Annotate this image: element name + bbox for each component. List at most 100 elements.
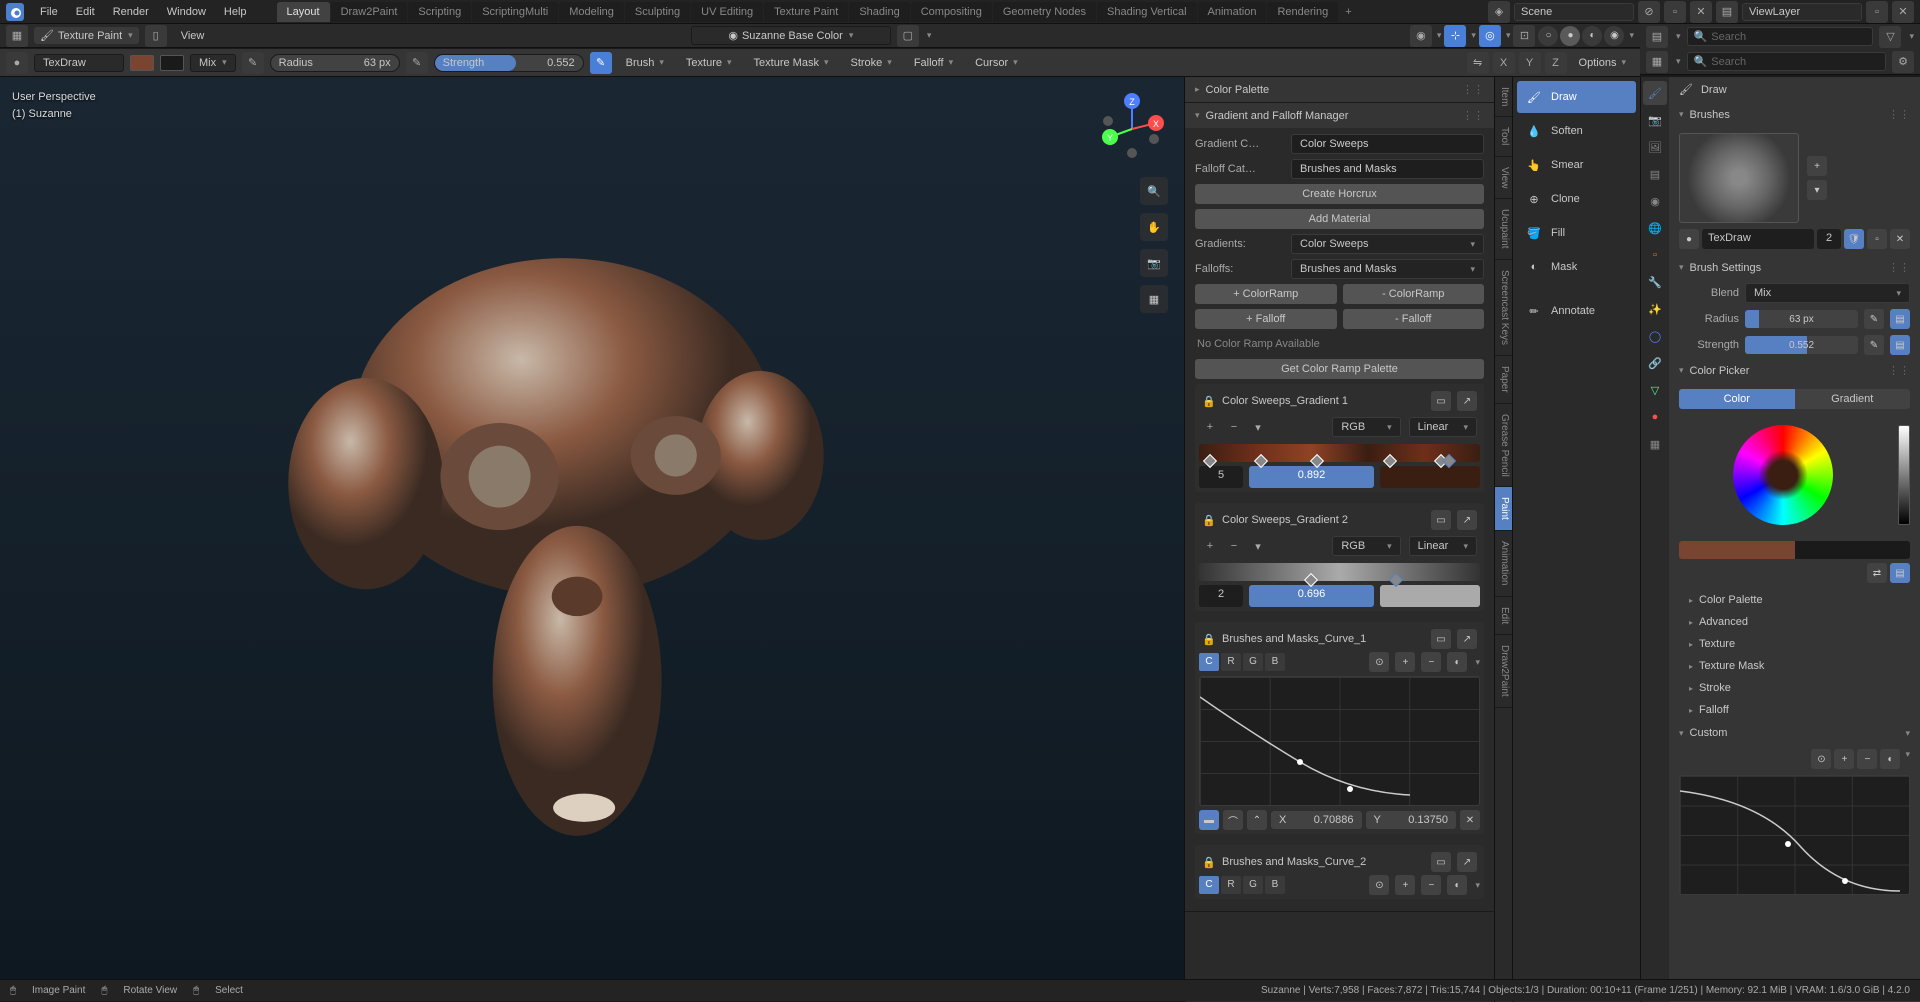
custom-section-header[interactable]: ▾ Custom ▾ — [1669, 721, 1920, 745]
workspace-tab[interactable]: Animation — [1198, 2, 1267, 22]
clip-icon[interactable]: ◐ — [1447, 875, 1467, 895]
color-picker-header[interactable]: ▾ Color Picker ⋮⋮ — [1669, 358, 1920, 383]
add-stop-button[interactable]: + — [1202, 421, 1218, 433]
stop-color-swatch[interactable] — [1380, 585, 1480, 607]
primary-color-swatch[interactable] — [130, 55, 154, 71]
channel-b-button[interactable]: B — [1265, 876, 1285, 894]
workspace-add-button[interactable]: + — [1339, 2, 1357, 22]
tab-grease-pencil[interactable]: Grease Pencil — [1495, 404, 1512, 488]
assign-icon[interactable]: ▭ — [1431, 391, 1451, 411]
channel-g-button[interactable]: G — [1243, 653, 1263, 671]
gradient-tab[interactable]: Gradient — [1795, 389, 1911, 409]
viewlayer-icon[interactable]: ▤ — [1716, 1, 1738, 23]
brushes-section-header[interactable]: ▾ Brushes ⋮⋮ — [1669, 102, 1920, 127]
panel-options-icon[interactable]: ⋮⋮ — [1888, 364, 1910, 377]
search-input[interactable]: 🔍 Search — [1687, 27, 1874, 46]
curve-name[interactable]: Brushes and Masks_Curve_1 — [1222, 633, 1425, 645]
assign-icon[interactable]: ▭ — [1431, 629, 1451, 649]
gizmo-toggle-icon[interactable]: ⊹ — [1444, 25, 1466, 47]
color-ramp[interactable] — [1199, 444, 1480, 462]
invert-icon[interactable]: ▤ — [1890, 335, 1910, 355]
create-horcrux-button[interactable]: Create Horcrux — [1195, 184, 1484, 204]
tool-draw[interactable]: 🖌Draw — [1517, 81, 1636, 113]
tab-view[interactable]: View — [1495, 157, 1512, 200]
selectability-icon[interactable]: ◉ — [1410, 25, 1432, 47]
size-unit-icon[interactable]: ▤ — [1890, 309, 1910, 329]
mode-selector[interactable]: 🖌 Texture Paint ▾ — [34, 27, 139, 44]
brush-browse-icon[interactable]: ● — [1679, 229, 1699, 249]
tab-constraints[interactable]: 🔗 — [1643, 351, 1667, 375]
tab-physics[interactable]: ◯ — [1643, 324, 1667, 348]
stop-index-field[interactable]: 5 — [1199, 466, 1243, 488]
zoom-in-icon[interactable]: + — [1395, 652, 1415, 672]
tab-material[interactable]: ● — [1643, 405, 1667, 429]
remove-stop-button[interactable]: − — [1226, 421, 1242, 433]
cursor-menu[interactable]: Cursor▾ — [967, 54, 1026, 72]
gradient-category-input[interactable]: Color Sweeps — [1291, 134, 1484, 154]
interp-select[interactable]: Linear▾ — [1409, 536, 1477, 556]
tool-annotate[interactable]: ✏Annotate — [1517, 295, 1636, 327]
remove-stop-button[interactable]: − — [1226, 540, 1242, 552]
menu-window[interactable]: Window — [159, 2, 214, 22]
brush-name-field[interactable]: TexDraw — [1702, 229, 1814, 249]
stop-color-swatch[interactable] — [1380, 466, 1480, 488]
viewlayer-field[interactable]: ViewLayer — [1742, 3, 1862, 21]
channel-c-button[interactable]: C — [1199, 876, 1219, 894]
del-falloff-button[interactable]: - Falloff — [1343, 309, 1485, 329]
falloff-curve-editor[interactable] — [1679, 775, 1910, 895]
tool-clone[interactable]: ⊕Clone — [1517, 183, 1636, 215]
falloff-category-input[interactable]: Brushes and Masks — [1291, 159, 1484, 179]
handle-auto-icon[interactable]: ⌒ — [1223, 810, 1243, 830]
uv-toggle-icon[interactable]: ▢ — [897, 25, 919, 47]
handle-vector-icon[interactable]: ▬ — [1199, 810, 1219, 830]
tab-particles[interactable]: ✨ — [1643, 297, 1667, 321]
mode-cycle-icon[interactable]: ▯ — [145, 25, 167, 47]
handle-auto-clamped-icon[interactable]: ⌃ — [1247, 810, 1267, 830]
texture-menu[interactable]: Texture▾ — [678, 54, 740, 72]
chevron-down-icon[interactable]: ▾ — [1250, 421, 1266, 434]
channel-c-button[interactable]: C — [1199, 653, 1219, 671]
tool-mask[interactable]: ◐Mask — [1517, 251, 1636, 283]
gradient-name[interactable]: Color Sweeps_Gradient 1 — [1222, 395, 1425, 407]
unlink-icon[interactable]: ✕ — [1890, 229, 1910, 249]
sub-stroke[interactable]: ▸Stroke — [1669, 677, 1920, 699]
pin-scene-icon[interactable]: ⊘ — [1638, 1, 1660, 23]
workspace-tab[interactable]: Modeling — [559, 2, 624, 22]
perspective-icon[interactable]: ▦ — [1140, 285, 1168, 313]
blender-logo-icon[interactable] — [6, 3, 24, 21]
funnel-icon[interactable]: ▽ — [1879, 26, 1901, 48]
gradient-manager-header[interactable]: ▾ Gradient and Falloff Manager ⋮⋮ — [1185, 103, 1494, 128]
blend-mode-selector[interactable]: Mix▾ — [190, 54, 236, 72]
stop-position-field[interactable]: 0.892 — [1249, 466, 1374, 488]
pressure-icon[interactable]: ✎ — [1864, 335, 1884, 355]
gradients-select[interactable]: Color Sweeps▾ — [1291, 234, 1484, 254]
workspace-tab[interactable]: ScriptingMulti — [472, 2, 558, 22]
sub-texture-mask[interactable]: ▸Texture Mask — [1669, 655, 1920, 677]
stop-index-field[interactable]: 2 — [1199, 585, 1243, 607]
workspace-tab[interactable]: Sculpting — [625, 2, 690, 22]
mirror-z[interactable]: Z — [1545, 52, 1567, 74]
color-tab[interactable]: Color — [1679, 389, 1795, 409]
color-mode-select[interactable]: RGB▾ — [1332, 536, 1400, 556]
send-icon[interactable]: ↗ — [1457, 629, 1477, 649]
tab-animation[interactable]: Animation — [1495, 531, 1512, 596]
curve-editor[interactable] — [1199, 676, 1480, 806]
gradient-name[interactable]: Color Sweeps_Gradient 2 — [1222, 514, 1425, 526]
add-material-button[interactable]: Add Material — [1195, 209, 1484, 229]
falloff-menu[interactable]: Falloff▾ — [906, 54, 961, 72]
delete-point-icon[interactable]: ✕ — [1460, 810, 1480, 830]
lock-icon[interactable]: 🔒 — [1202, 856, 1216, 869]
sub-color-palette[interactable]: ▸Color Palette — [1669, 589, 1920, 611]
zoom-fit-icon[interactable]: ⊙ — [1811, 749, 1831, 769]
tab-ucupaint[interactable]: Ucupaint — [1495, 199, 1512, 259]
new-scene-icon[interactable]: ▫ — [1664, 1, 1686, 23]
chevron-down-icon[interactable]: ▾ — [1905, 749, 1910, 769]
workspace-tab[interactable]: Layout — [277, 2, 330, 22]
workspace-tab[interactable]: Draw2Paint — [331, 2, 408, 22]
menu-edit[interactable]: Edit — [68, 2, 103, 22]
sub-texture[interactable]: ▸Texture — [1669, 633, 1920, 655]
mirror-y[interactable]: Y — [1519, 52, 1541, 74]
workspace-tab[interactable]: Scripting — [408, 2, 471, 22]
color-mode-select[interactable]: RGB▾ — [1332, 417, 1400, 437]
panel-options-icon[interactable]: ⋮⋮ — [1462, 83, 1484, 96]
